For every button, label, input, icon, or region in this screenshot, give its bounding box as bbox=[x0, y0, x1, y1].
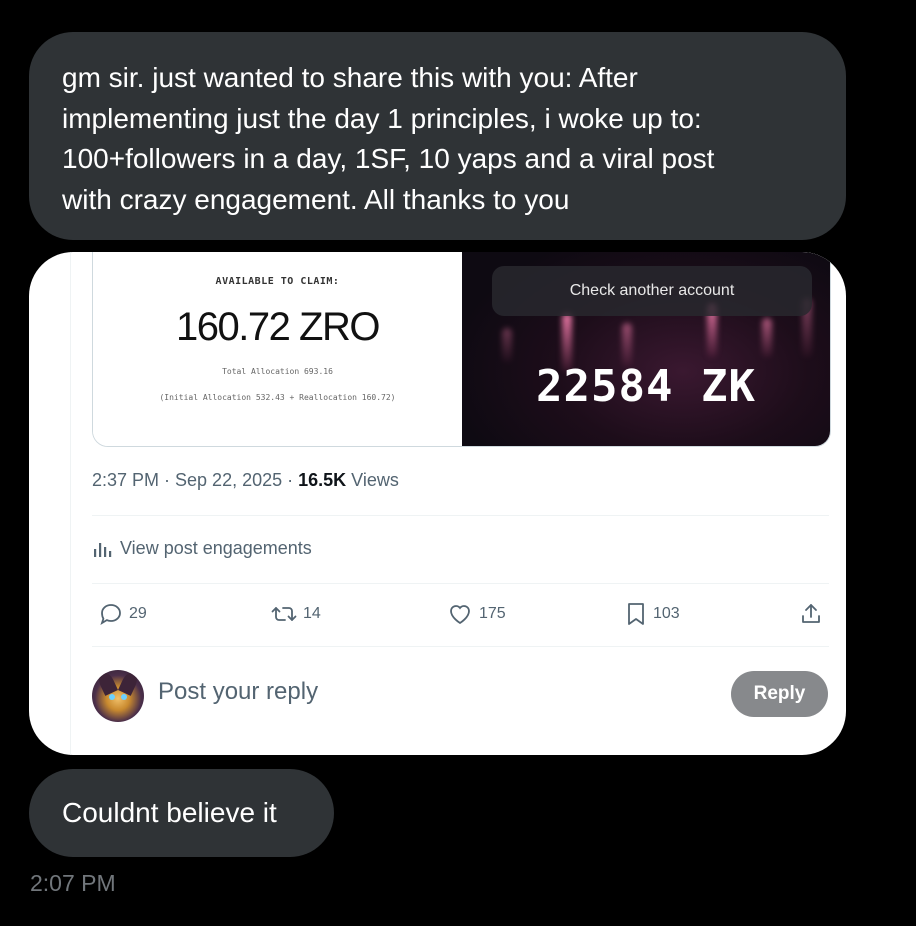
check-account-button: Check another account bbox=[492, 266, 812, 316]
bookmark-icon bbox=[628, 603, 644, 625]
message-timestamp: 2:07 PM bbox=[30, 870, 116, 896]
message-line: gm sir. just wanted to share this with y… bbox=[62, 62, 638, 93]
reply-count: 29 bbox=[129, 605, 147, 622]
reply-icon bbox=[100, 604, 121, 626]
allocation-breakdown: (Initial Allocation 532.43 + Reallocatio… bbox=[159, 393, 396, 402]
engagements-label: View post engagements bbox=[120, 538, 312, 558]
divider bbox=[92, 583, 829, 584]
message-bubble: gm sir. just wanted to share this with y… bbox=[29, 32, 846, 240]
message-line: with crazy engagement. All thanks to you bbox=[62, 183, 570, 215]
post-timestamp[interactable]: 2:37 PM · Sep 22, 2025 · bbox=[92, 470, 298, 490]
avatar[interactable] bbox=[92, 670, 144, 722]
total-allocation: Total Allocation 693.16 bbox=[222, 367, 333, 376]
share-action[interactable] bbox=[799, 602, 829, 626]
bookmark-count: 103 bbox=[653, 605, 680, 622]
claim-label: AVAILABLE TO CLAIM: bbox=[215, 276, 340, 287]
thread-line bbox=[70, 252, 71, 755]
views-count: 16.5K bbox=[298, 470, 347, 490]
divider bbox=[92, 646, 829, 647]
message-line: implementing just the day 1 principles, … bbox=[62, 102, 702, 134]
zk-amount: 22584 ZK bbox=[536, 361, 756, 412]
like-action[interactable]: 175 bbox=[447, 602, 506, 626]
divider bbox=[92, 515, 829, 516]
like-count: 175 bbox=[479, 605, 506, 622]
share-icon bbox=[802, 604, 820, 623]
reply-action[interactable]: 29 bbox=[99, 602, 147, 626]
chart-icon bbox=[94, 542, 112, 557]
message-line: 100+followers in a day, 1SF, 10 yaps and… bbox=[62, 143, 715, 174]
post-media[interactable]: AVAILABLE TO CLAIM: 160.72 ZRO Total All… bbox=[92, 252, 831, 447]
zk-image[interactable]: Check another account 22584 ZK bbox=[462, 252, 830, 446]
claim-amount: 160.72 ZRO bbox=[176, 305, 380, 349]
like-icon bbox=[450, 605, 470, 625]
reply-input[interactable] bbox=[158, 678, 678, 706]
reply-button[interactable]: Reply bbox=[731, 671, 828, 717]
view-engagements-link[interactable]: View post engagements bbox=[92, 538, 312, 559]
repost-count: 14 bbox=[303, 605, 321, 622]
claim-image[interactable]: AVAILABLE TO CLAIM: 160.72 ZRO Total All… bbox=[93, 252, 462, 446]
post-meta: 2:37 PM · Sep 22, 2025 · 16.5K Views bbox=[92, 470, 399, 491]
repost-action[interactable]: 14 bbox=[271, 602, 321, 626]
message-bubble: Couldnt believe it bbox=[29, 769, 334, 857]
bookmark-action[interactable]: 103 bbox=[625, 602, 680, 626]
repost-icon bbox=[271, 607, 297, 621]
shared-post-card[interactable]: AVAILABLE TO CLAIM: 160.72 ZRO Total All… bbox=[29, 252, 846, 755]
views-label: Views bbox=[346, 470, 399, 490]
